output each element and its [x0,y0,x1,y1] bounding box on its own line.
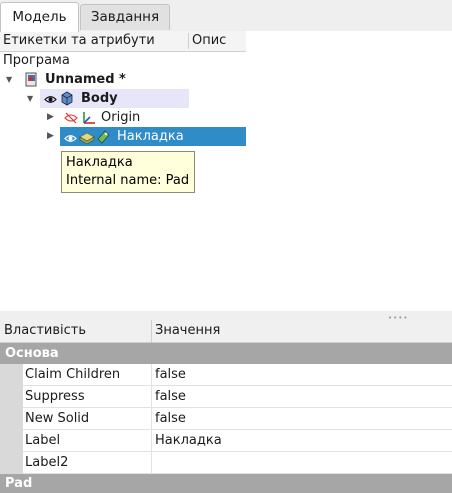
tab-model[interactable]: Модель [0,2,79,32]
tree-item-body-label: Body [81,91,118,106]
tree-root-text: Програма [3,53,70,68]
property-column-value[interactable]: Значення [155,320,220,342]
property-row[interactable]: Label2 [0,452,452,474]
tree-column-labels[interactable]: Етикетки та атрибути [3,31,155,51]
panel-splitter[interactable]: •••• [0,311,452,322]
property-view: Властивість Значення Основа Claim Childr… [0,320,452,493]
body-expand-arrow-icon[interactable]: ▼ [27,89,33,108]
property-value[interactable]: false [155,386,186,407]
cell-divider [151,364,152,386]
property-value[interactable]: Накладка [155,430,222,451]
cell-divider [151,430,152,452]
tree-item-unnamed-label: Unnamed * [45,72,126,87]
tree-item-body[interactable]: Body [40,89,189,108]
tooltip: Накладка Internal name: Pad [61,151,195,193]
property-name: New Solid [25,411,90,426]
tab-bar: Модель Завдання [0,0,452,32]
property-column-name[interactable]: Властивість [4,320,86,342]
tooltip-internal-name: Internal name: Pad [66,173,190,188]
expand-arrow-icon[interactable]: ▼ [6,70,12,89]
property-value[interactable]: false [155,364,186,385]
cell-divider [151,408,152,430]
row-indent [0,452,23,474]
pad-collapsed-arrow-icon[interactable]: ▶ [47,127,54,146]
tab-model-label: Модель [12,9,67,25]
pad-feature-icon [79,129,95,150]
tooltip-title: Накладка [66,155,133,170]
tree-item-unnamed[interactable]: ▼ Unnamed * [0,70,246,89]
sketch-icon [96,129,111,150]
tree-item-origin-label: Origin [101,110,141,125]
row-indent [0,408,23,430]
property-group-base[interactable]: Основа [0,343,452,364]
property-column-divider[interactable] [151,320,152,342]
tree-item-pad-label: Накладка [117,129,184,144]
property-name: Claim Children [25,367,121,382]
property-row[interactable]: Suppress false [0,386,452,408]
property-row[interactable]: New Solid false [0,408,452,430]
tree-item-pad[interactable]: Накладка [60,127,246,146]
tree-item-origin[interactable]: ▶ Origin [0,108,246,127]
property-name: Label2 [25,455,69,470]
cell-divider [151,386,152,408]
property-group-pad[interactable]: Pad [0,474,452,493]
tree-header: Етикетки та атрибути Опис [0,31,246,52]
property-row[interactable]: Claim Children false [0,364,452,386]
column-divider[interactable] [188,33,189,49]
row-indent [0,364,23,386]
tree-column-description[interactable]: Опис [192,31,226,51]
tab-tasks-label: Завдання [90,9,160,25]
property-name: Suppress [25,389,85,404]
property-header: Властивість Значення [0,320,452,343]
tree-root-label: Програма [3,51,70,70]
row-indent [0,430,23,452]
property-value[interactable]: false [155,408,186,429]
property-row[interactable]: Label Накладка [0,430,452,452]
collapsed-arrow-icon[interactable]: ▶ [47,108,54,127]
tab-tasks[interactable]: Завдання [80,4,170,30]
cell-divider [151,452,152,474]
eye-icon[interactable] [64,131,77,150]
row-indent [0,386,23,408]
property-name: Label [25,433,61,448]
